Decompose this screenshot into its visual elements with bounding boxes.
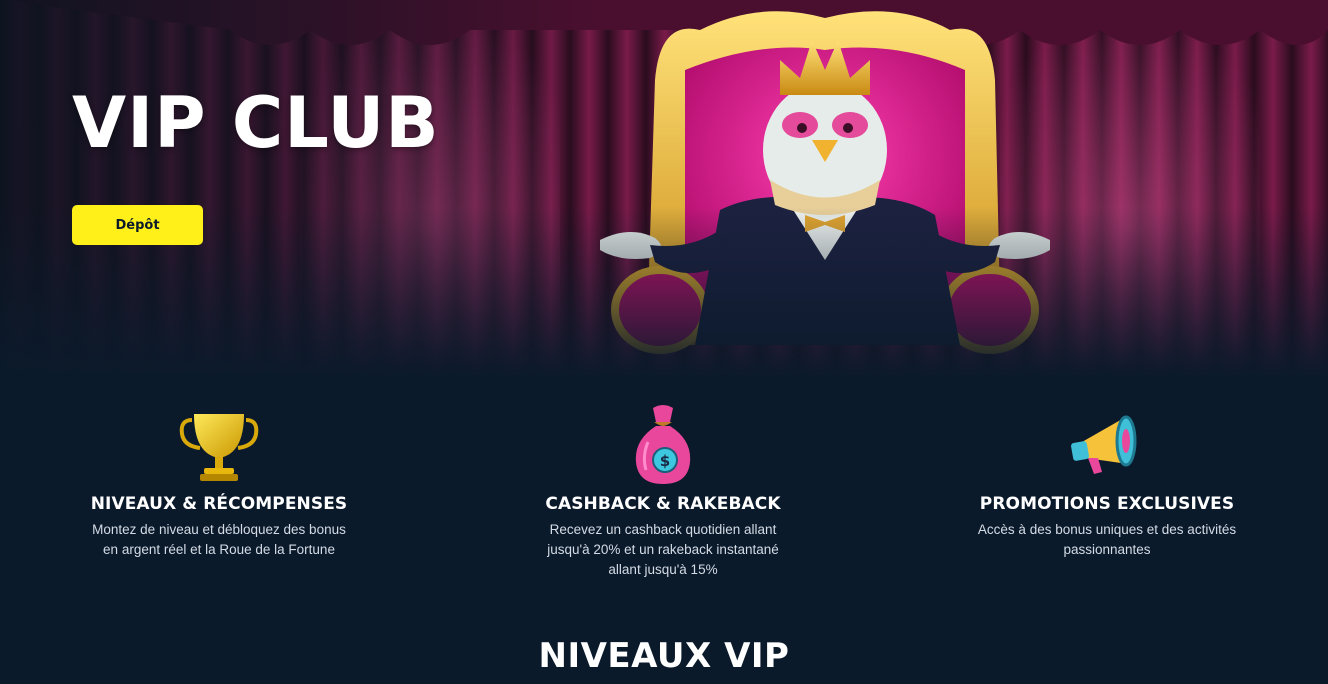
svg-text:$: $ [660, 452, 670, 470]
feature-exclusive-promotions: PROMOTIONS EXCLUSIVES Accès à des bonus … [957, 400, 1257, 560]
page-title: VIP CLUB [72, 82, 440, 164]
feature-title: NIVEAUX & RÉCOMPENSES [90, 494, 348, 514]
hero-illustration [0, 0, 1328, 376]
vip-features: NIVEAUX & RÉCOMPENSES Montez de niveau e… [0, 400, 1328, 600]
feature-description: Recevez un cashback quotidien allant jus… [547, 522, 779, 577]
feature-description: Montez de niveau et débloquez des bonus … [92, 522, 346, 557]
vip-levels-title: NIVEAUX VIP [538, 636, 790, 676]
feature-cashback-rakeback: $ CASHBACK & RAKEBACK Recevez un cashbac… [513, 400, 813, 580]
trophy-icon [179, 414, 259, 481]
money-bag-icon: $ [635, 405, 691, 484]
deposit-button[interactable]: Dépôt [72, 205, 203, 245]
feature-levels-rewards: NIVEAUX & RÉCOMPENSES Montez de niveau e… [69, 400, 369, 560]
megaphone-icon [1071, 415, 1137, 474]
feature-title: PROMOTIONS EXCLUSIVES [979, 494, 1235, 514]
feature-description: Accès à des bonus uniques et des activit… [977, 522, 1237, 557]
feature-title: CASHBACK & RAKEBACK [545, 494, 781, 514]
hero-banner: VIP CLUB Dépôt [0, 0, 1328, 376]
